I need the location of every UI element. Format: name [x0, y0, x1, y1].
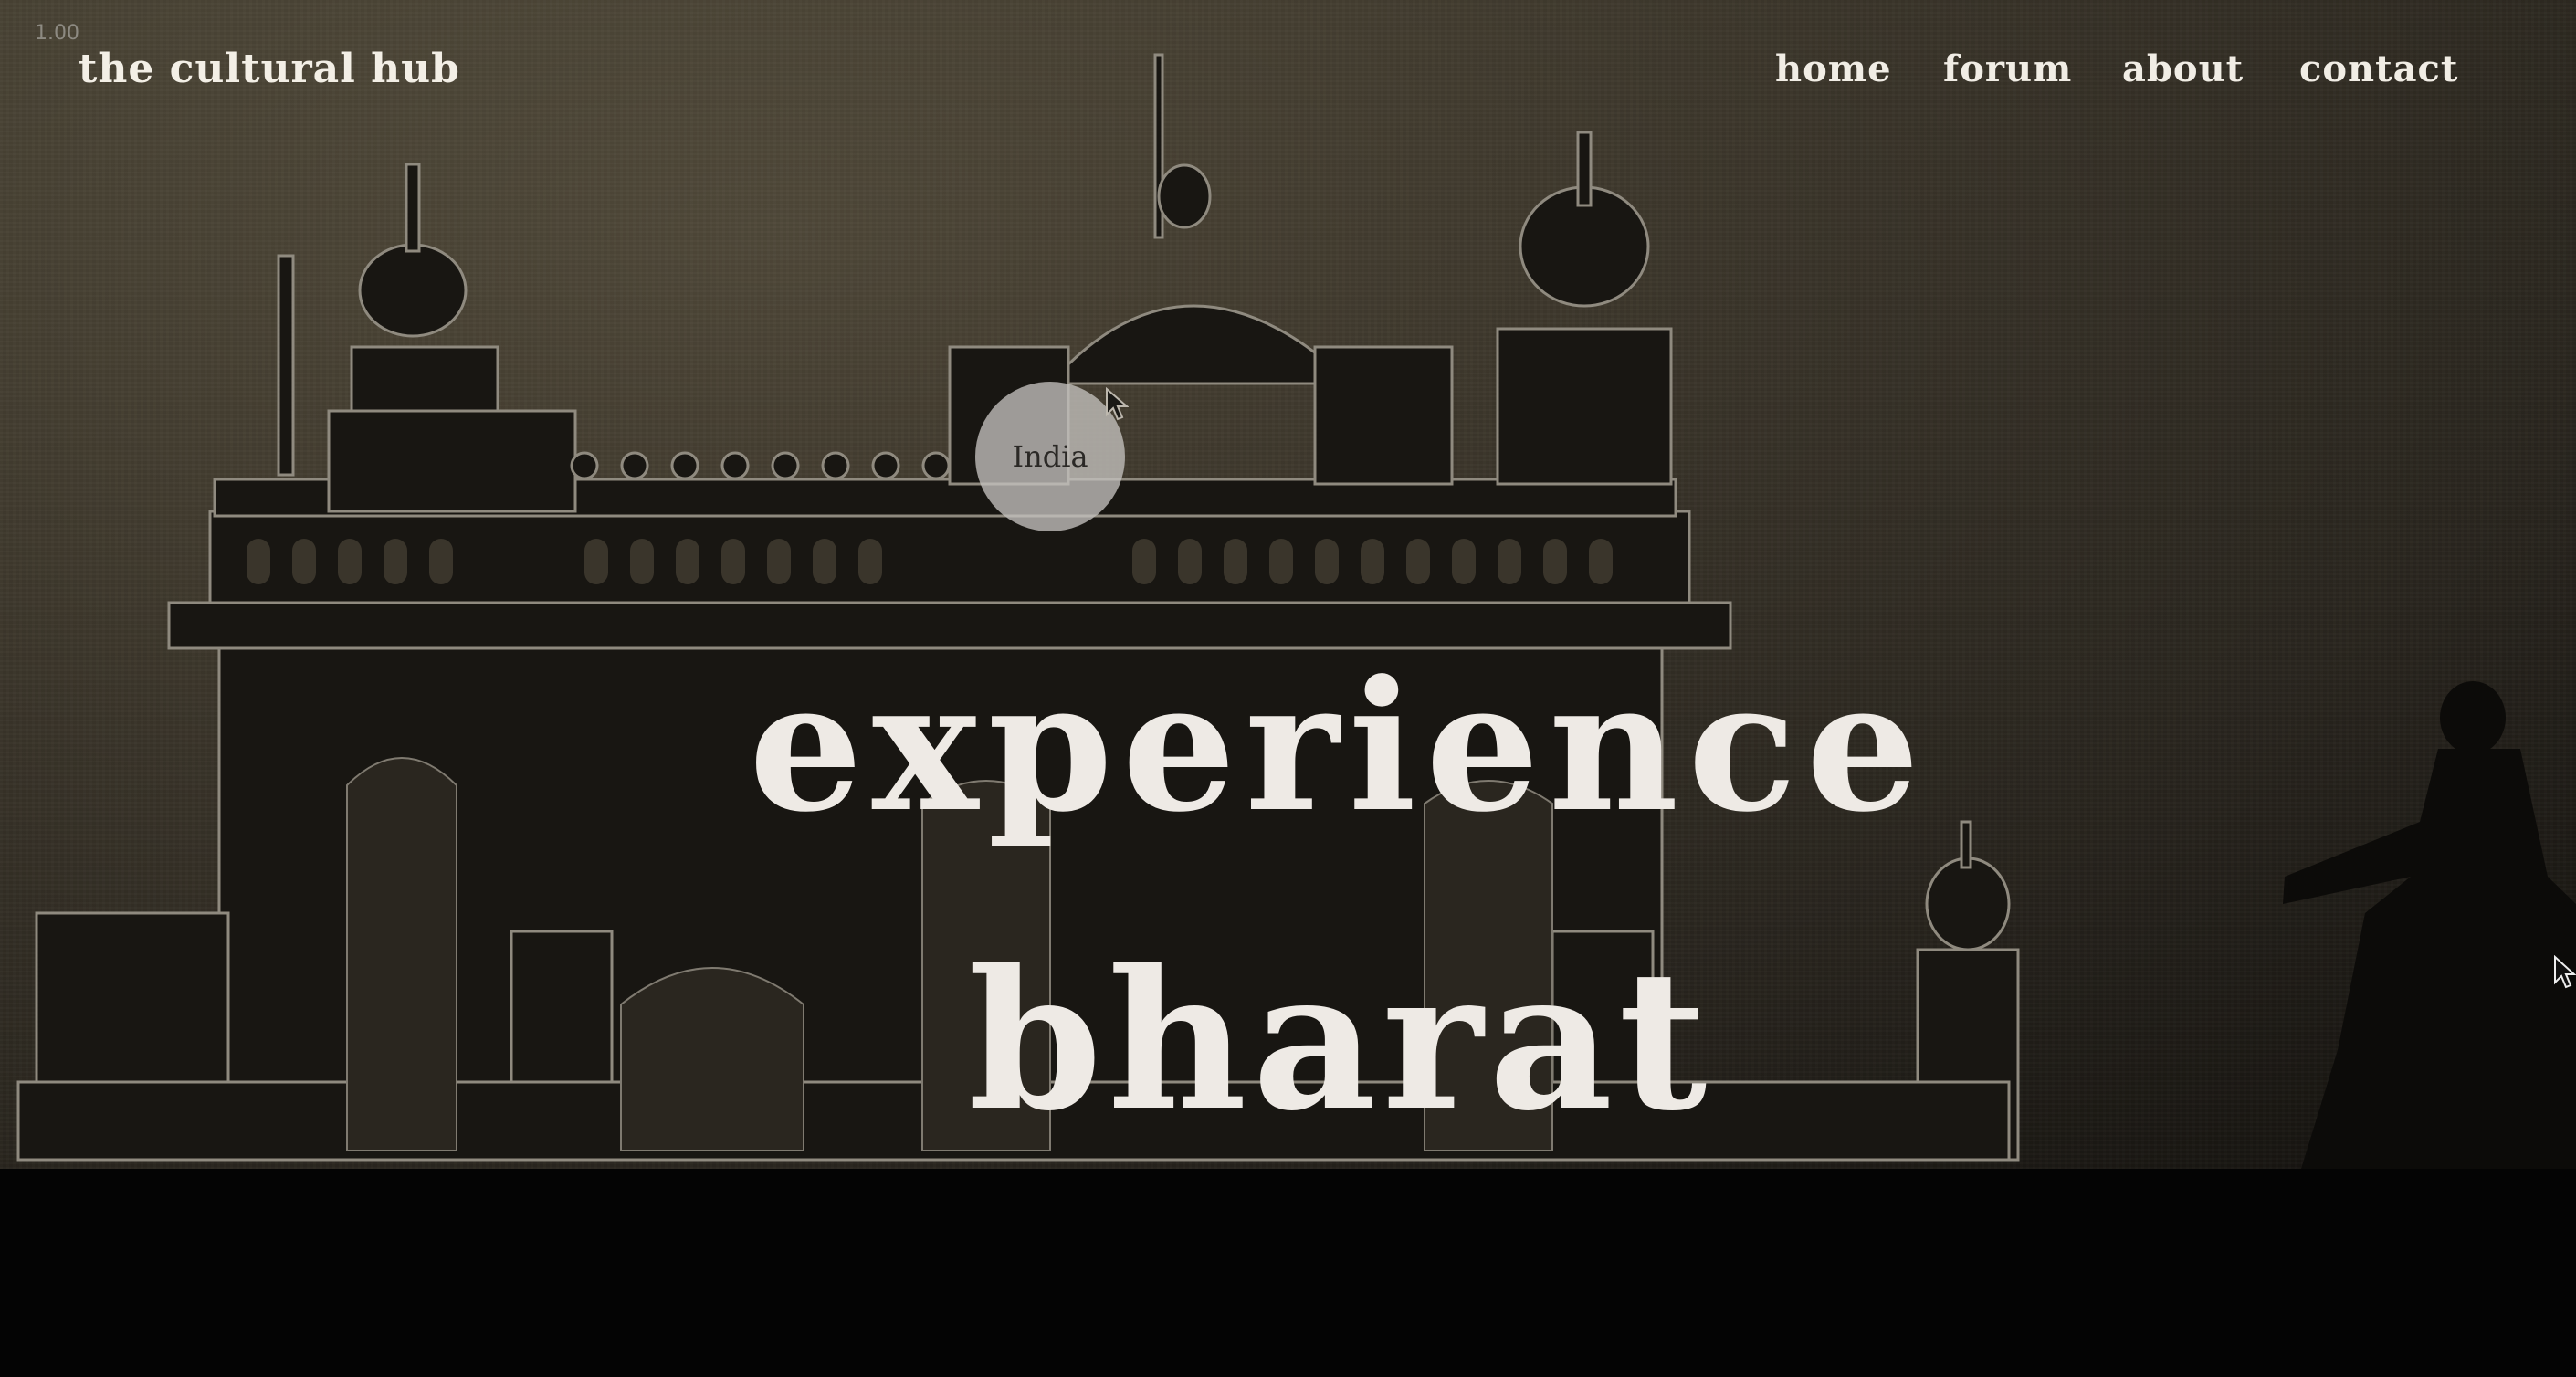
main-nav: home forum about contact — [0, 47, 2576, 102]
mouse-cursor-icon — [1106, 387, 1129, 421]
mouse-cursor-icon — [2554, 955, 2576, 989]
nav-about-link[interactable]: about — [2122, 47, 2244, 90]
nav-contact-link[interactable]: contact — [2299, 47, 2458, 90]
headline-line-2: bharat — [968, 928, 1713, 1153]
headline-line-1: experience — [749, 642, 1929, 852]
nav-forum-link[interactable]: forum — [1943, 47, 2072, 90]
bubble-label: India — [1012, 439, 1088, 474]
zoom-indicator: 1.00 — [35, 22, 79, 45]
footer-band — [0, 1169, 2576, 1377]
india-hover-bubble[interactable]: India — [975, 382, 1125, 531]
nav-home-link[interactable]: home — [1775, 47, 1892, 90]
